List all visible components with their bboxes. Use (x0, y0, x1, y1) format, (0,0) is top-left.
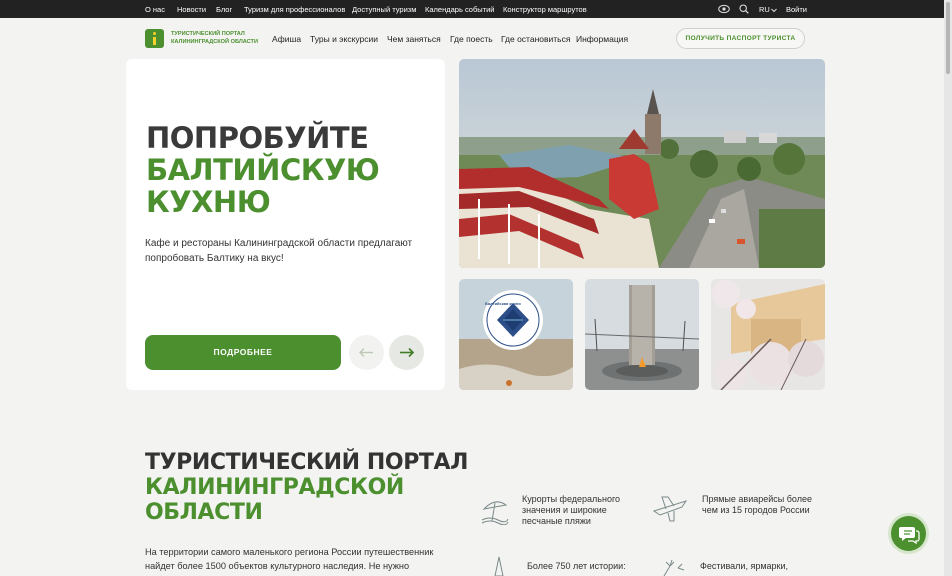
language-selector[interactable]: RU (759, 5, 770, 14)
chat-button[interactable] (891, 516, 926, 551)
nav-item-info[interactable]: Информация (576, 34, 628, 44)
section-title: ТУРИСТИЧЕСКИЙ ПОРТАЛ КАЛИНИНГРАДСКОЙ ОБЛ… (145, 450, 468, 525)
logo-text[interactable]: ТУРИСТИЧЕСКИЙ ПОРТАЛ КАЛИНИНГРАДСКОЙ ОБЛ… (171, 31, 267, 46)
eye-icon[interactable] (718, 4, 730, 16)
nav-item-afisha[interactable]: Афиша (272, 34, 301, 44)
chat-icon (899, 527, 920, 545)
search-icon[interactable] (739, 4, 749, 16)
section-title-line-1: ТУРИСТИЧЕСКИЙ ПОРТАЛ (145, 450, 469, 475)
top-bar: О нас Новости Блог Туризм для профессион… (0, 0, 944, 18)
nav-item-food[interactable]: Где поесть (450, 34, 493, 44)
airplane-icon (652, 493, 688, 528)
thumbnail-blossoms[interactable] (711, 279, 825, 390)
hero-title-line-3: КУХНЮ (146, 185, 271, 219)
thumbnail-baltic-cuisine[interactable]: Балтийская кухня (459, 279, 573, 390)
topbar-link-about[interactable]: О нас (145, 5, 165, 14)
nav-item-tours[interactable]: Туры и экскурсии (310, 34, 378, 44)
arrow-left-icon (359, 348, 373, 357)
scrollbar-thumb[interactable] (946, 2, 950, 74)
slider-next-button[interactable] (389, 335, 424, 370)
hero-main-image[interactable] (459, 59, 825, 268)
arrow-right-icon (400, 347, 414, 358)
beach-umbrella-icon (480, 495, 510, 530)
section-title-line-3: ОБЛАСТИ (145, 500, 263, 525)
hero-title-line-1: ПОПРОБУЙТЕ (146, 121, 369, 155)
login-link[interactable]: Войти (786, 5, 807, 14)
chevron-down-icon (771, 6, 777, 15)
tower-icon (489, 556, 509, 576)
logo-icon[interactable] (145, 29, 164, 48)
hero-title: ПОПРОБУЙТЕ БАЛТИЙСКУЮ КУХНЮ (146, 121, 380, 219)
nav-item-stay[interactable]: Где остановиться (501, 34, 570, 44)
logo-line-2: КАЛИНИНГРАДСКОЙ ОБЛАСТИ (171, 38, 258, 45)
more-button[interactable]: ПОДРОБНЕЕ (145, 335, 341, 370)
logo-line-1: ТУРИСТИЧЕСКИЙ ПОРТАЛ (171, 31, 245, 37)
baltic-cuisine-badge-text: Балтийская кухня (485, 301, 521, 306)
hero-description: Кафе и рестораны Калининградской области… (145, 238, 413, 264)
topbar-link-calendar[interactable]: Календарь событий (425, 5, 494, 14)
topbar-link-accessible[interactable]: Доступный туризм (352, 5, 416, 14)
topbar-link-route-builder[interactable]: Конструктор маршрутов (503, 5, 587, 14)
tourist-passport-button[interactable]: ПОЛУЧИТЬ ПАСПОРТ ТУРИСТА (676, 28, 805, 49)
thumbnail-monument[interactable] (585, 279, 699, 390)
fireworks-icon (658, 558, 686, 576)
page-scrollbar[interactable] (944, 0, 952, 576)
topbar-link-blog[interactable]: Блог (216, 5, 232, 14)
feature-flights: Прямые авиарейсы более чем из 15 городов… (702, 494, 812, 516)
slider-prev-button[interactable] (349, 335, 384, 370)
nav-item-activities[interactable]: Чем заняться (387, 34, 441, 44)
feature-history: Более 750 лет истории: (527, 561, 626, 571)
feature-resorts: Курорты федерального значения и широкие … (522, 494, 621, 527)
hero-title-line-2: БАЛТИЙСКУЮ (146, 153, 380, 187)
section-text: На территории самого маленького региона … (145, 547, 434, 576)
feature-festivals: Фестивали, ярмарки, (700, 561, 789, 571)
topbar-link-news[interactable]: Новости (177, 5, 206, 14)
topbar-link-pro-tourism[interactable]: Туризм для профессионалов (244, 5, 345, 14)
section-title-line-2: КАЛИНИНГРАДСКОЙ (145, 475, 404, 500)
